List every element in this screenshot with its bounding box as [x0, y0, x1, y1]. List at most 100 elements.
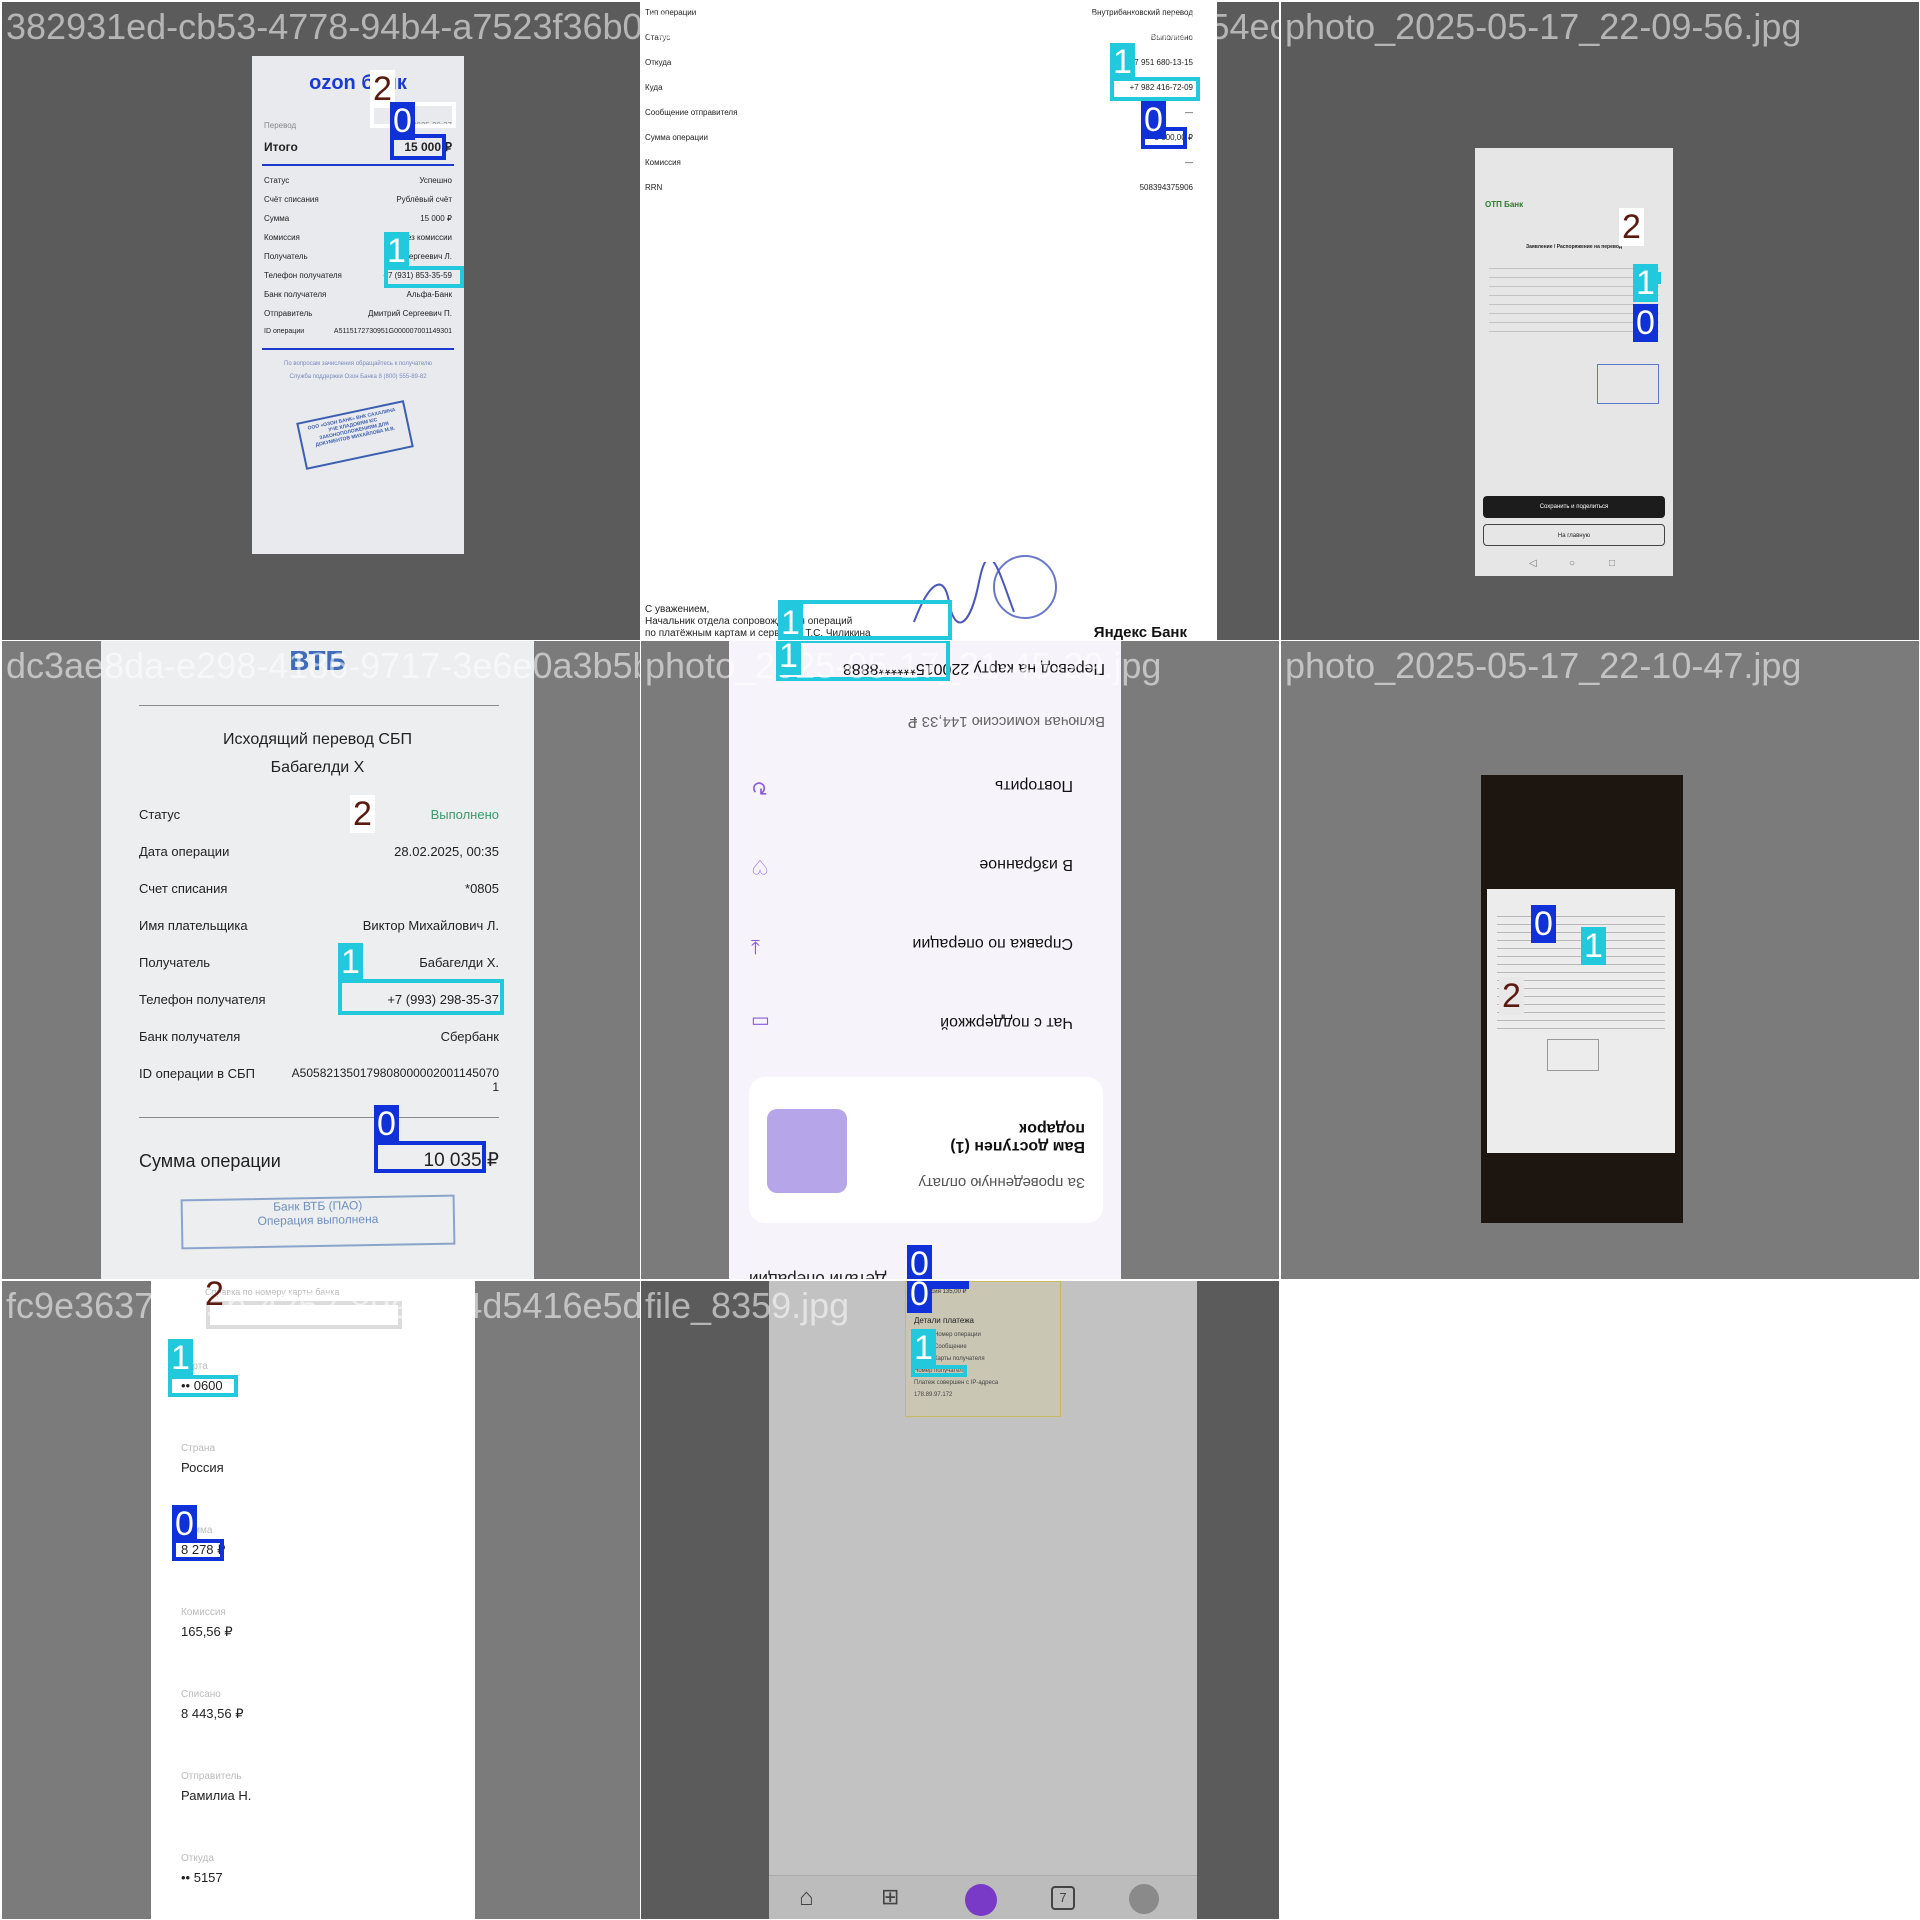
action-repeat-label[interactable]: Повторить	[995, 776, 1073, 794]
brand-logo: ОТП Банк	[1485, 200, 1524, 209]
row-value: 165,56 ₽	[181, 1624, 233, 1639]
annotation-tag-0: 0	[390, 102, 415, 140]
home-nav-icon[interactable]: ○	[1569, 558, 1575, 569]
annotation-tag-2: 2	[1619, 208, 1644, 246]
bank-stamp: Банк ВТБ (ПАО) Операция выполнена	[180, 1194, 456, 1250]
annotation-tag-0: 0	[172, 1505, 197, 1543]
row-label: Получатель	[139, 955, 211, 970]
action-support-label[interactable]: Чат с поддержкой	[940, 1013, 1073, 1031]
flipped-content: Детали операции За проведенную оплату Ва…	[729, 641, 1121, 1279]
action-reference-label[interactable]: Справка по операции	[912, 934, 1073, 952]
row-value: Виктор Михайлович Л.	[362, 918, 499, 933]
repeat-icon[interactable]: ↻	[751, 775, 768, 800]
heart-icon[interactable]: ♡	[751, 854, 769, 879]
annotation-box-1	[338, 979, 504, 1015]
tile-filename: photo_2025-05-17_21-45-29.jpg	[645, 645, 1162, 686]
annotation-tag-1: 1	[1633, 264, 1658, 302]
bank-stamp	[1597, 364, 1659, 404]
download-icon[interactable]: ⤓	[751, 935, 760, 958]
row-value: •• 5157	[181, 1870, 223, 1885]
tile-photo: photo_2025-05-17_22-10-47.jpg 0 1 2	[1281, 641, 1919, 1279]
fee-text: Включая комиссию 144,33 ₽	[907, 713, 1105, 730]
row-label: Сообщение отправителя	[645, 108, 738, 117]
row-label: Комиссия	[181, 1607, 226, 1618]
divider	[262, 348, 454, 350]
avatar[interactable]	[1129, 1884, 1159, 1914]
chat-icon[interactable]: ▭	[751, 1010, 770, 1035]
annotation-tag-2: 2	[350, 795, 375, 833]
image-grid: 382931ed-cb53-4778-94b4-a7523f36b04b.jpg…	[0, 0, 1920, 1920]
row-label: Отправитель	[264, 309, 313, 318]
row-label: Счёт списания	[264, 195, 319, 204]
receipt-line: Детали платежа	[914, 1316, 974, 1325]
calendar-icon[interactable]: 7	[1051, 1886, 1075, 1910]
annotation-tag-0: 0	[907, 1245, 932, 1279]
annotation-tag-0: 0	[907, 1281, 932, 1313]
row-value: Россия	[181, 1460, 224, 1475]
receipt-line: Платеж совершен с IP-адреса	[914, 1380, 999, 1386]
annotation-tag-1: 1	[338, 943, 363, 981]
receipt-line: Сообщение	[934, 1344, 967, 1350]
annotation-tag-1: 1	[911, 1329, 936, 1367]
row-value: 8 443,56 ₽	[181, 1706, 244, 1721]
row-value: +7 951 680-13-15	[1129, 58, 1193, 67]
gift-icon	[767, 1109, 847, 1193]
annotation-tag-1: 1	[776, 641, 801, 675]
tile-phone-grey: Комиссия 135,00 ₽ Детали платежа Номер о…	[641, 1281, 1279, 1919]
gift-title: Вам доступен (1) подарок	[950, 1120, 1085, 1155]
row-value: Сбербанк	[440, 1029, 499, 1044]
row-label: Получатель	[264, 252, 308, 261]
home-button[interactable]: На главную	[1483, 524, 1665, 546]
divider	[262, 164, 454, 166]
apps-grid-icon[interactable]: ⊞	[881, 1884, 899, 1910]
recipient-title: Бабагелди Х	[270, 759, 365, 776]
row-label: Статус	[139, 807, 181, 822]
row-label: Дата операции	[139, 844, 230, 859]
save-share-button[interactable]: Сохранить и поделиться	[1483, 496, 1665, 518]
sum-label: Сумма операции	[139, 1151, 281, 1171]
row-label: Перевод	[264, 121, 297, 130]
tile-yandex: Тип операции Внутрибанковский перевод Ст…	[641, 2, 1279, 640]
home-icon[interactable]: ⌂	[799, 1884, 814, 1912]
annotation-tag-1: 1	[1581, 927, 1606, 965]
annotation-box-1	[168, 1375, 238, 1397]
row-label: ID операции в СБП	[139, 1066, 255, 1081]
gift-card[interactable]: За проведенную оплату Вам доступен (1) п…	[749, 1077, 1103, 1223]
annotation-box-0	[374, 1141, 486, 1173]
bank-name: Яндекс Банк	[1093, 624, 1187, 640]
assistant-icon[interactable]	[965, 1884, 997, 1916]
annotation-tag-0: 0	[1633, 304, 1658, 342]
receipt-document: ВТБ Исходящий перевод СБП Бабагелди Х Ст…	[101, 641, 534, 1279]
back-icon[interactable]: ◁	[1529, 558, 1537, 569]
row-label: Страна	[181, 1443, 216, 1454]
annotation-tag-2: 2	[1499, 977, 1524, 1015]
row-value: 15 000 ₽	[420, 214, 452, 223]
row-label: ID операции	[264, 328, 305, 335]
row-value: A5058213501798080000020011450701	[291, 1066, 499, 1094]
receipt-line: Карты получателя	[934, 1356, 985, 1362]
row-label: Отправитель	[181, 1771, 242, 1782]
tile-filename: dc3ae8da-e298-4186-9717-3e6e0a3b5b9c.jpg	[6, 645, 640, 686]
details-heading: Детали операции	[749, 1269, 886, 1279]
annotation-tag-1: 1	[384, 232, 409, 270]
row-label: Телефон получателя	[139, 992, 266, 1007]
total-label: Итого	[264, 140, 298, 154]
recents-icon[interactable]: □	[1609, 558, 1615, 569]
receipt-document: ozon банк Перевод 18.02.2025 20:37 Итого…	[252, 56, 464, 554]
status-value: Выполнено	[430, 807, 499, 822]
row-value: Бабагелди Х.	[419, 955, 499, 970]
tile-filename: f3cd700-668e-43f3-8928-c0b4babb54ec.jpg	[645, 6, 1279, 47]
stamp-box	[1547, 1039, 1599, 1071]
row-value: 508394375906	[1139, 183, 1193, 192]
row-label: Куда	[645, 83, 663, 92]
row-label: Комиссия	[264, 233, 300, 242]
tile-filename: 382931ed-cb53-4778-94b4-a7523f36b04b.jpg	[6, 6, 640, 47]
tile-card-receipt: Справка по номеру карты банка Карта •• 0…	[2, 1281, 640, 1919]
row-value: Рублёвый счёт	[396, 195, 452, 204]
row-label: RRN	[645, 183, 663, 192]
action-favorite-label[interactable]: В избранное	[979, 855, 1073, 873]
annotation-tag-0: 0	[374, 1105, 399, 1143]
brand-logo: ozon банк	[309, 72, 407, 94]
row-value: Успешно	[419, 176, 452, 185]
row-value: Альфа-Банк	[406, 290, 452, 299]
